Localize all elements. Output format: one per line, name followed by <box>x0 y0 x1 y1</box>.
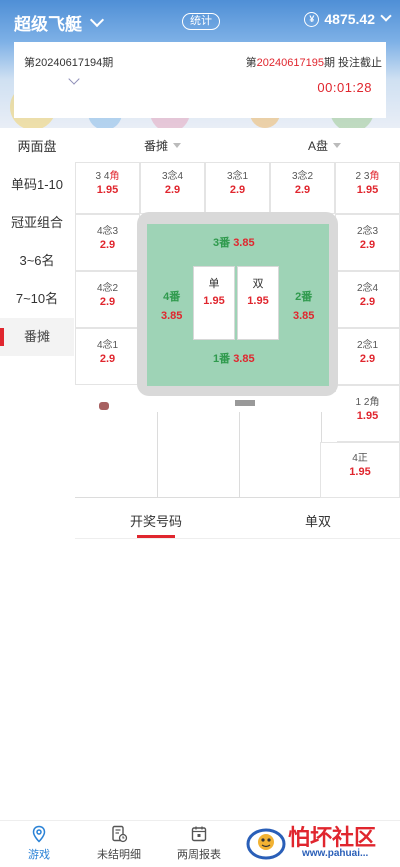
fan-4-bet[interactable]: 4番 3.85 <box>161 288 182 322</box>
bet-cell-4-nian-3[interactable]: 4念3 2.9 <box>75 214 140 271</box>
bet-cell-3-nian-2[interactable]: 3念2 2.9 <box>270 162 335 214</box>
bet-cell-2-nian-4[interactable]: 2念4 2.9 <box>335 271 400 328</box>
nav-item-danma[interactable]: 单码1-10 <box>0 166 74 204</box>
left-nav: 两面盘 单码1-10 冠亚组合 3~6名 7~10名 番摊 <box>0 128 74 356</box>
fan-3-bet[interactable]: 3番 3.85 <box>213 234 255 250</box>
chevron-down-icon <box>380 10 392 22</box>
double-bet-box[interactable]: 双 1.95 <box>237 266 279 340</box>
blur-artifact <box>235 400 255 406</box>
previous-period-number: 20240617194 <box>35 57 103 69</box>
balance-display[interactable]: ¥ 4875.42 <box>304 10 392 27</box>
nav-item-fantan[interactable]: 番摊 <box>0 318 74 356</box>
bet-cell-4-nian-2[interactable]: 4念2 2.9 <box>75 271 140 328</box>
bet-cell-2-nian-3[interactable]: 2念3 2.9 <box>335 214 400 271</box>
tab-odd-even[interactable]: 单双 <box>305 511 331 530</box>
game-type-select[interactable]: 番摊 <box>144 137 182 154</box>
bet-cell-3-4-jiao[interactable]: 3 4角 1.95 <box>75 162 140 214</box>
single-bet-box[interactable]: 单 1.95 <box>193 266 235 340</box>
bet-cell-4-nian-1[interactable]: 4念1 2.9 <box>75 328 140 385</box>
previous-period[interactable]: 第20240617194期 <box>24 54 113 85</box>
game-switcher[interactable]: 超级飞艇 <box>14 10 105 35</box>
active-tab-indicator <box>137 535 175 538</box>
yuan-coin-icon: ¥ <box>304 11 320 27</box>
nav-item-guanya[interactable]: 冠亚组合 <box>0 204 74 242</box>
blur-artifact <box>99 402 109 410</box>
bet-cell-1-2-jiao[interactable]: 1 2角 1.95 <box>335 385 400 442</box>
header-banner: 超级飞艇 统计 ¥ 4875.42 第20240617194期 第2024061… <box>0 0 400 128</box>
top-bar: 超级飞艇 统计 ¥ 4875.42 <box>0 0 400 42</box>
current-period-number: 20240617195 <box>256 57 324 69</box>
nav-two-week-report[interactable]: 两周报表 <box>162 825 236 862</box>
nav-item-liangmianpan[interactable]: 两面盘 <box>0 128 74 166</box>
nav-unsettled[interactable]: 未结明细 <box>82 825 156 862</box>
bet-cell-2-3-jiao[interactable]: 2 3角 1.95 <box>335 162 400 214</box>
bet-cell-3-nian-1[interactable]: 3念1 2.9 <box>205 162 270 214</box>
location-pin-icon <box>32 825 46 843</box>
fantan-board: 3 4角 1.95 3念4 2.9 3念1 2.9 3念2 2.9 2 3角 1… <box>75 162 400 498</box>
period-card: 第20240617194期 第20240617195期 投注截止 00:01:2… <box>14 42 386 118</box>
selector-bar: 番摊 A盘 <box>74 128 400 162</box>
countdown-timer: 00:01:28 <box>317 80 372 95</box>
balance-value: 4875.42 <box>324 11 375 27</box>
current-period: 第20240617195期 投注截止 <box>245 57 382 69</box>
caret-down-icon <box>173 143 182 148</box>
nav-item-7-10[interactable]: 7~10名 <box>0 280 74 318</box>
nav-item-3-6[interactable]: 3~6名 <box>0 242 74 280</box>
document-clock-icon <box>112 825 128 843</box>
watermark-logo-icon <box>246 828 286 860</box>
nav-games[interactable]: 游戏 <box>2 825 76 862</box>
site-watermark: 怕坏社区 www.pahuai... <box>244 818 394 864</box>
chevron-down-icon <box>89 12 105 27</box>
fan-1-bet[interactable]: 1番 3.85 <box>213 350 255 366</box>
chevron-down-icon <box>68 73 80 85</box>
result-tabs: 开奖号码 单双 <box>75 505 400 539</box>
calendar-icon <box>191 826 207 842</box>
plate-select[interactable]: A盘 <box>308 137 342 154</box>
tab-draw-numbers[interactable]: 开奖号码 <box>130 511 182 530</box>
stats-button[interactable]: 统计 <box>182 13 220 30</box>
fan-2-bet[interactable]: 2番 3.85 <box>293 288 314 322</box>
caret-down-icon <box>333 143 342 148</box>
bet-cell-2-nian-1[interactable]: 2念1 2.9 <box>335 328 400 385</box>
watermark-url: www.pahuai... <box>302 848 369 859</box>
app-title: 超级飞艇 <box>14 15 82 34</box>
board-lower-area <box>75 392 400 498</box>
bet-cell-3-nian-4[interactable]: 3念4 2.9 <box>140 162 205 214</box>
bet-cell-4-zheng[interactable]: 4正 1.95 <box>320 442 400 498</box>
